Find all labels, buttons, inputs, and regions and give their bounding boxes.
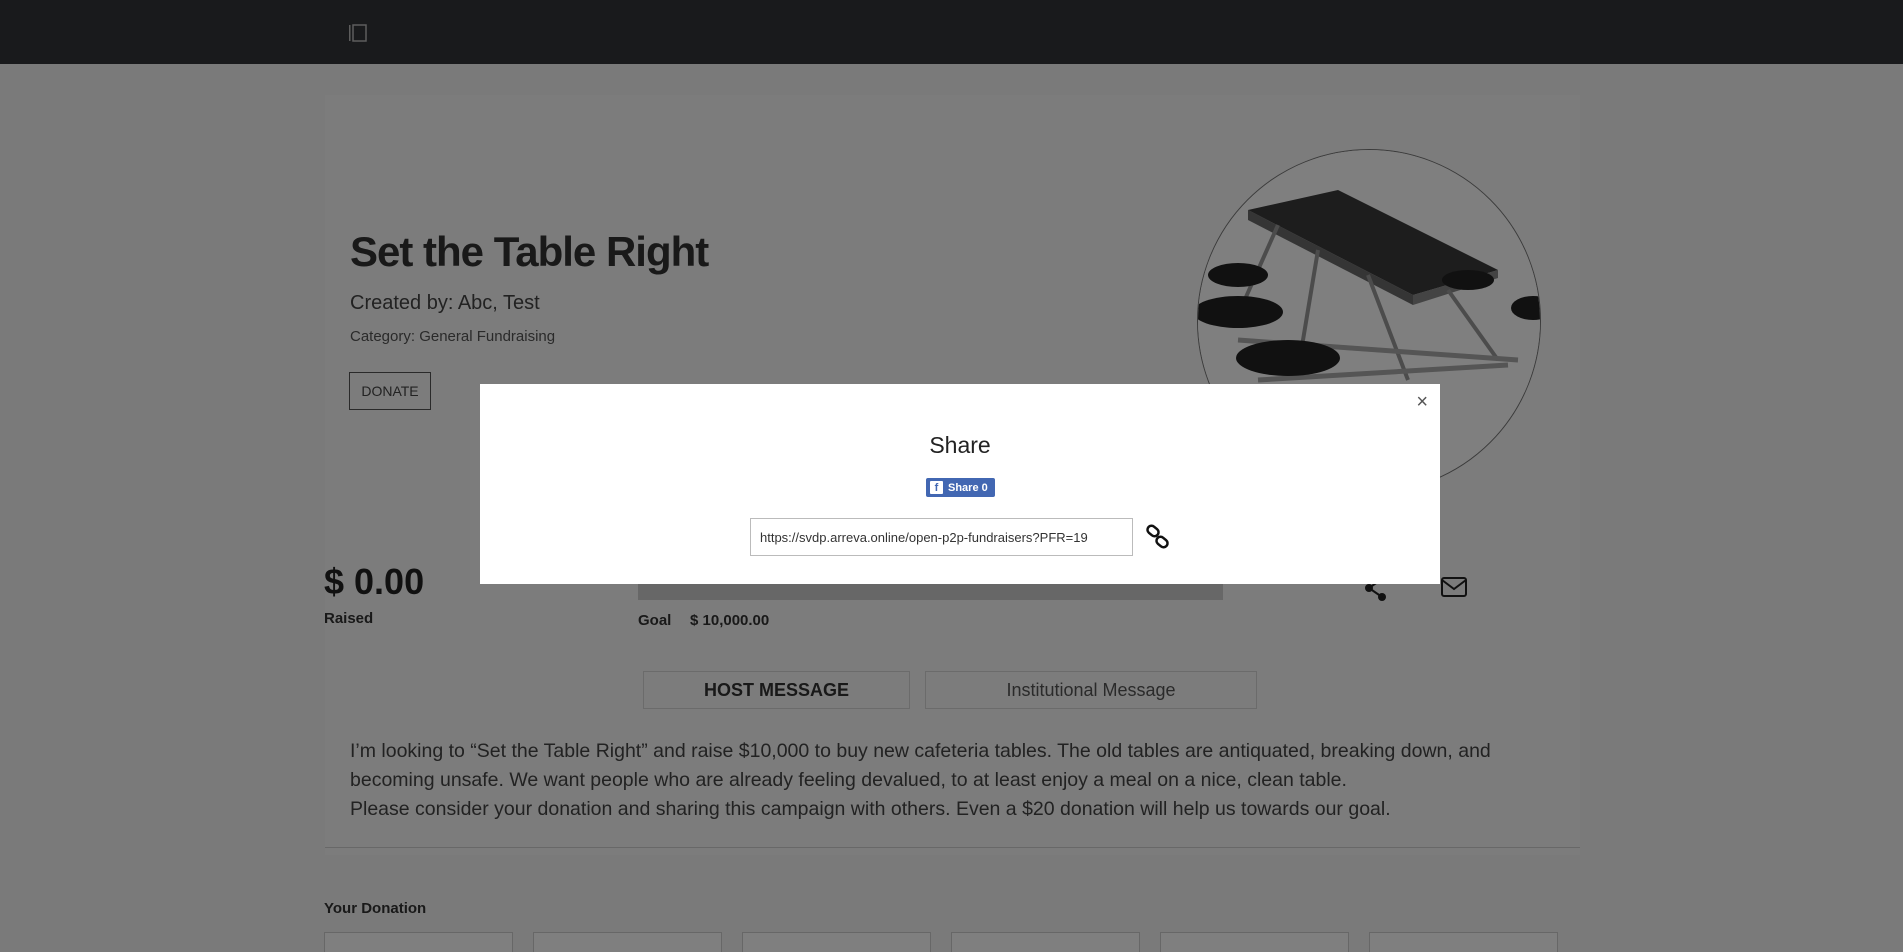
facebook-share-label: Share 0 bbox=[948, 481, 988, 494]
link-icon[interactable] bbox=[1145, 524, 1171, 550]
close-icon[interactable]: × bbox=[1416, 392, 1428, 412]
facebook-share-button[interactable]: f Share 0 bbox=[926, 478, 995, 497]
modal-title: Share bbox=[929, 432, 991, 458]
share-url-input[interactable] bbox=[750, 518, 1133, 556]
facebook-icon: f bbox=[930, 481, 943, 494]
share-modal: × Share f Share 0 bbox=[480, 384, 1440, 584]
